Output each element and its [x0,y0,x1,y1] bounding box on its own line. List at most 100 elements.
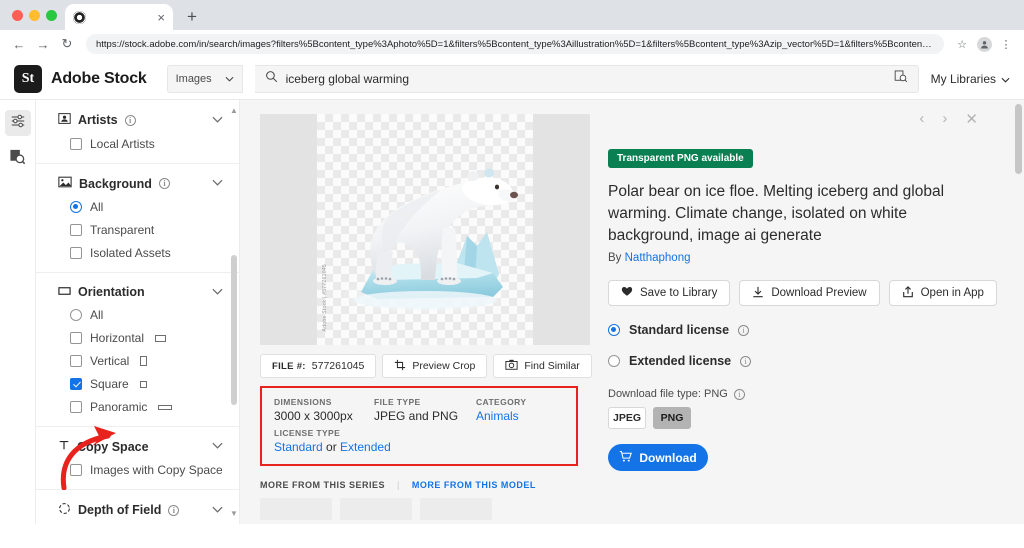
scroll-down-icon[interactable]: ▼ [230,509,238,518]
new-tab-button[interactable]: + [187,7,197,30]
previous-asset-icon[interactable]: ‹ [919,110,924,128]
address-bar-url: https://stock.adobe.com/in/search/images… [96,38,934,50]
back-icon[interactable]: ← [8,33,30,55]
filter-option-transparent[interactable]: Transparent [58,223,223,237]
depth-of-field-slider[interactable]: DefaultMore Blur [58,518,223,524]
license-option-standard[interactable]: Standard license i [608,323,1008,337]
info-icon[interactable]: i [168,504,180,516]
scroll-up-icon[interactable]: ▲ [230,106,238,115]
filter-checkbox[interactable] [70,464,82,476]
filter-radio[interactable] [70,201,82,213]
filter-group-header[interactable]: Background i [58,176,223,191]
browser-menu-icon[interactable]: ⋮ [996,34,1016,54]
visual-search-icon[interactable] [894,69,908,88]
filter-option-isolated-assets[interactable]: Isolated Assets [58,246,223,260]
related-thumbnail[interactable] [260,498,332,520]
filter-option-images-with-copy-space[interactable]: Images with Copy Space [58,463,223,477]
open-in-app-button[interactable]: Open in App [888,280,997,306]
filter-option-all[interactable]: All [58,308,223,322]
profile-avatar[interactable] [974,34,994,54]
filters-scrollbar-thumb[interactable] [231,255,237,405]
filter-option-panoramic[interactable]: Panoramic [58,400,223,414]
forward-icon[interactable]: → [32,33,54,55]
filter-group-header[interactable]: Orientation [58,285,223,299]
chrome-favicon-icon [73,10,86,24]
meta-tab-preview-crop[interactable]: Preview Crop [382,354,488,378]
filters-list: Artists i Local Artists Background i All Trans… [36,100,239,524]
file-type-jpeg-button[interactable]: JPEG [608,407,646,429]
license-or-text: or [322,440,341,454]
download-button[interactable]: Download [608,444,708,471]
filter-option-all[interactable]: All [58,200,223,214]
meta-tab-file-number[interactable]: FILE #: 577261045 [260,354,377,378]
filter-option-square[interactable]: Square [58,377,223,391]
chevron-down-icon[interactable] [212,115,223,126]
reload-icon[interactable]: ↻ [56,33,78,55]
camera-icon [505,359,518,373]
info-icon[interactable]: i [740,355,752,367]
extended-license-radio[interactable] [608,355,620,367]
chevron-down-icon[interactable] [212,441,223,452]
file-type-png-button[interactable]: PNG [653,407,691,429]
my-libraries-label: My Libraries [930,71,996,86]
chevron-down-icon[interactable] [212,505,223,516]
meta-tab-find-similar[interactable]: Find Similar [493,354,592,378]
download-file-type-row: Download file type: PNG i [608,388,1008,400]
related-thumbnail[interactable] [420,498,492,520]
search-input[interactable] [285,71,886,86]
more-from-series-link[interactable]: MORE FROM THIS SERIES [260,480,385,490]
filter-checkbox[interactable] [70,247,82,259]
author-link[interactable]: Natthaphong [625,252,691,264]
visual-search-button[interactable] [5,146,31,172]
filter-option-horizontal[interactable]: Horizontal [58,331,223,345]
info-icon[interactable]: i [158,178,170,189]
asset-preview[interactable]: Adobe Stock | #577261045 [260,114,590,345]
filter-checkbox[interactable] [70,401,82,413]
next-asset-icon[interactable]: › [942,110,947,128]
address-bar[interactable]: https://stock.adobe.com/in/search/images… [86,34,944,54]
info-icon[interactable]: i [733,388,745,400]
filter-checkbox[interactable] [70,138,82,150]
filter-checkbox[interactable] [70,378,82,390]
info-icon[interactable]: i [124,114,136,126]
bookmark-star-icon[interactable]: ☆ [952,34,972,54]
close-icon[interactable]: × [157,11,165,24]
chevron-down-icon[interactable] [212,178,223,189]
page-scrollbar[interactable] [1015,104,1022,520]
info-col-file-type: FILE TYPE JPEG and PNG [374,397,476,423]
my-libraries-menu[interactable]: My Libraries [931,72,1010,86]
license-extended-link[interactable]: Extended [340,440,391,454]
related-thumbnail[interactable] [340,498,412,520]
chevron-down-icon[interactable] [212,287,223,298]
filter-checkbox[interactable] [70,224,82,236]
window-maximize-button[interactable] [46,9,57,21]
download-button-label: Download [639,450,697,465]
info-icon[interactable]: i [738,324,750,336]
page-scrollbar-thumb[interactable] [1015,104,1022,174]
close-detail-icon[interactable]: ✕ [965,110,978,128]
filter-group-header[interactable]: Depth of Field i [58,502,223,518]
license-standard-link[interactable]: Standard [274,440,323,454]
adobe-stock-logo[interactable]: St Adobe Stock [14,64,147,93]
filter-checkbox[interactable] [70,332,82,344]
filter-group-header[interactable]: Copy Space [58,439,223,454]
browser-tab[interactable]: × [65,4,173,30]
filter-checkbox[interactable] [70,355,82,367]
filter-option-local-artists[interactable]: Local Artists [58,137,223,151]
license-option-extended[interactable]: Extended license i [608,354,1008,368]
filter-radio[interactable] [70,309,82,321]
filter-option-vertical[interactable]: Vertical [58,354,223,368]
related-thumbnails-strip[interactable] [260,498,600,520]
save-to-library-button[interactable]: Save to Library [608,280,731,306]
filter-group-header[interactable]: Artists i [58,112,223,128]
filters-scrollbar[interactable]: ▲ ▼ [230,106,238,518]
window-minimize-button[interactable] [29,9,40,21]
filters-toggle-button[interactable] [4,110,31,136]
search-category-select[interactable]: Images [166,64,243,93]
window-close-button[interactable] [12,9,23,21]
standard-license-radio[interactable] [608,324,620,336]
left-icon-rail [0,100,36,524]
download-preview-button[interactable]: Download Preview [739,280,880,306]
category-link[interactable]: Animals [476,409,526,423]
more-from-model-link[interactable]: MORE FROM THIS MODEL [412,480,536,490]
